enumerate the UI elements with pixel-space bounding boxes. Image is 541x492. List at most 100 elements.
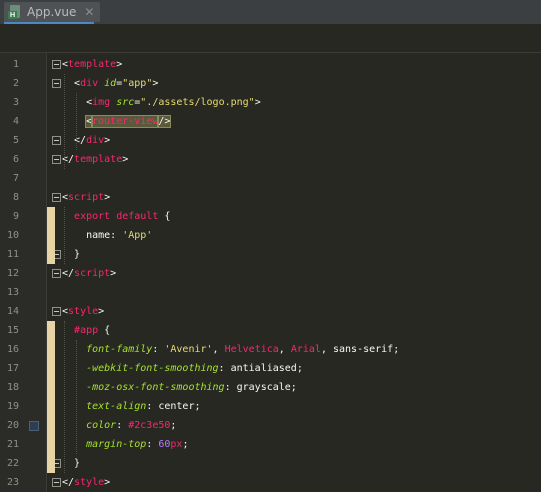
fold-toggle-icon[interactable] xyxy=(52,269,61,278)
line-number: 9 xyxy=(12,211,19,222)
code-text: margin-top: 60px; xyxy=(62,435,188,454)
code-line[interactable]: 10 name: 'App' xyxy=(0,226,541,245)
code-token: template xyxy=(74,154,123,165)
line-number: 4 xyxy=(12,116,19,127)
indent-guide xyxy=(64,321,66,473)
code-text: -webkit-font-smoothing: antialiased; xyxy=(62,359,303,378)
code-line[interactable]: 12 </script> xyxy=(0,264,541,283)
code-line[interactable]: 13 xyxy=(0,283,541,302)
code-text: </div> xyxy=(62,131,110,150)
code-token: : antialiased; xyxy=(218,363,303,374)
line-number: 1 xyxy=(12,59,19,70)
code-text: -moz-osx-font-smoothing: grayscale; xyxy=(62,378,297,397)
code-token: > xyxy=(254,97,261,108)
fold-toggle-icon[interactable] xyxy=(52,136,61,145)
code-token: margin-top xyxy=(86,439,147,450)
code-token: id xyxy=(104,78,117,89)
code-token: style xyxy=(74,477,105,488)
indent-guide xyxy=(76,340,78,454)
code-token: , xyxy=(320,344,333,355)
code-token: </ xyxy=(62,268,75,279)
editor-tab-bar: H App.vue ✕ xyxy=(0,0,541,24)
code-text: <div id="app"> xyxy=(62,74,158,93)
line-number: 16 xyxy=(6,344,19,355)
fold-toggle-icon[interactable] xyxy=(52,478,61,487)
code-text: font-family: 'Avenir', Helvetica, Arial,… xyxy=(62,340,399,359)
fold-toggle-icon[interactable] xyxy=(52,193,61,202)
code-token: , xyxy=(278,344,291,355)
code-text: name: 'App' xyxy=(62,226,152,245)
code-text: #app { xyxy=(62,321,110,340)
line-number: 13 xyxy=(6,287,19,298)
code-line[interactable]: 5 </div> xyxy=(0,131,541,150)
indent-guide xyxy=(64,207,66,264)
code-line[interactable]: 19 text-align: center; xyxy=(0,397,541,416)
code-token: div xyxy=(86,135,105,146)
tab-app-vue[interactable]: H App.vue ✕ xyxy=(4,2,101,22)
fold-toggle-icon[interactable] xyxy=(52,79,61,88)
code-token: , xyxy=(212,344,225,355)
color-swatch-icon[interactable] xyxy=(29,421,39,431)
code-line[interactable]: 4 <router-view/> xyxy=(0,112,541,131)
code-token: 'App' xyxy=(122,230,153,241)
code-line[interactable]: 20 color: #2c3e50; xyxy=(0,416,541,435)
code-text: <template> xyxy=(62,55,122,74)
code-token: -webkit-font-smoothing xyxy=(86,363,219,374)
code-token: : xyxy=(152,344,165,355)
code-line[interactable]: 3 <img src="./assets/logo.png"> xyxy=(0,93,541,112)
code-text: </template> xyxy=(62,150,128,169)
indent-guide xyxy=(76,93,78,150)
code-token: text-align xyxy=(86,401,147,412)
code-line[interactable]: 16 font-family: 'Avenir', Helvetica, Ari… xyxy=(0,340,541,359)
fold-toggle-icon[interactable] xyxy=(52,155,61,164)
code-line[interactable]: 7 xyxy=(0,169,541,188)
code-line[interactable]: 1 <template> xyxy=(0,55,541,74)
code-token: > xyxy=(116,59,123,70)
code-token: > xyxy=(104,135,111,146)
code-line[interactable]: 8 <script> xyxy=(0,188,541,207)
code-text: <router-view/> xyxy=(62,112,172,131)
scope-highlight-bar xyxy=(47,321,55,473)
code-token: #2c3e50 xyxy=(128,420,171,431)
code-line[interactable]: 14 <style> xyxy=(0,302,541,321)
code-token: color xyxy=(86,420,117,431)
vue-file-icon: H xyxy=(8,5,22,19)
code-line[interactable]: 2 <div id="app"> xyxy=(0,74,541,93)
code-token: export default xyxy=(74,211,159,222)
code-line[interactable]: 18 -moz-osx-font-smoothing: grayscale; xyxy=(0,378,541,397)
code-token: > xyxy=(110,268,117,279)
line-number: 2 xyxy=(12,78,19,89)
code-token: script xyxy=(74,268,111,279)
close-tab-icon[interactable]: ✕ xyxy=(84,5,94,19)
code-token: "app" xyxy=(122,78,153,89)
code-line[interactable]: 6 </template> xyxy=(0,150,541,169)
code-token: Arial xyxy=(290,344,321,355)
editor-breadcrumb-strip xyxy=(0,24,541,53)
code-line[interactable]: 21 margin-top: 60px; xyxy=(0,435,541,454)
code-line[interactable]: 9 export default { xyxy=(0,207,541,226)
code-token: Helvetica xyxy=(224,344,279,355)
code-line[interactable]: 23 </style> xyxy=(0,473,541,492)
code-token: : grayscale; xyxy=(224,382,297,393)
code-token: > xyxy=(152,78,159,89)
line-number: 7 xyxy=(12,173,19,184)
code-token: </ xyxy=(62,477,75,488)
code-token: #app xyxy=(74,325,99,336)
scope-highlight-bar xyxy=(47,207,55,264)
line-number: 17 xyxy=(6,363,19,374)
code-editor[interactable]: 1 <template> 2 <div id="app"> 3 <img src=".… xyxy=(0,53,541,492)
line-number: 18 xyxy=(6,382,19,393)
code-token: src xyxy=(116,97,135,108)
code-token: template xyxy=(68,59,117,70)
fold-toggle-icon[interactable] xyxy=(52,307,61,316)
code-token: font-family xyxy=(86,344,153,355)
code-line[interactable]: 15 #app { xyxy=(0,321,541,340)
code-token: > xyxy=(98,306,105,317)
code-token: 60 xyxy=(158,439,171,450)
code-text: text-align: center; xyxy=(62,397,200,416)
fold-toggle-icon[interactable] xyxy=(52,60,61,69)
code-line[interactable]: 22 } xyxy=(0,454,541,473)
code-line[interactable]: 17 -webkit-font-smoothing: antialiased; xyxy=(0,359,541,378)
line-number: 19 xyxy=(6,401,19,412)
code-line[interactable]: 11 } xyxy=(0,245,541,264)
